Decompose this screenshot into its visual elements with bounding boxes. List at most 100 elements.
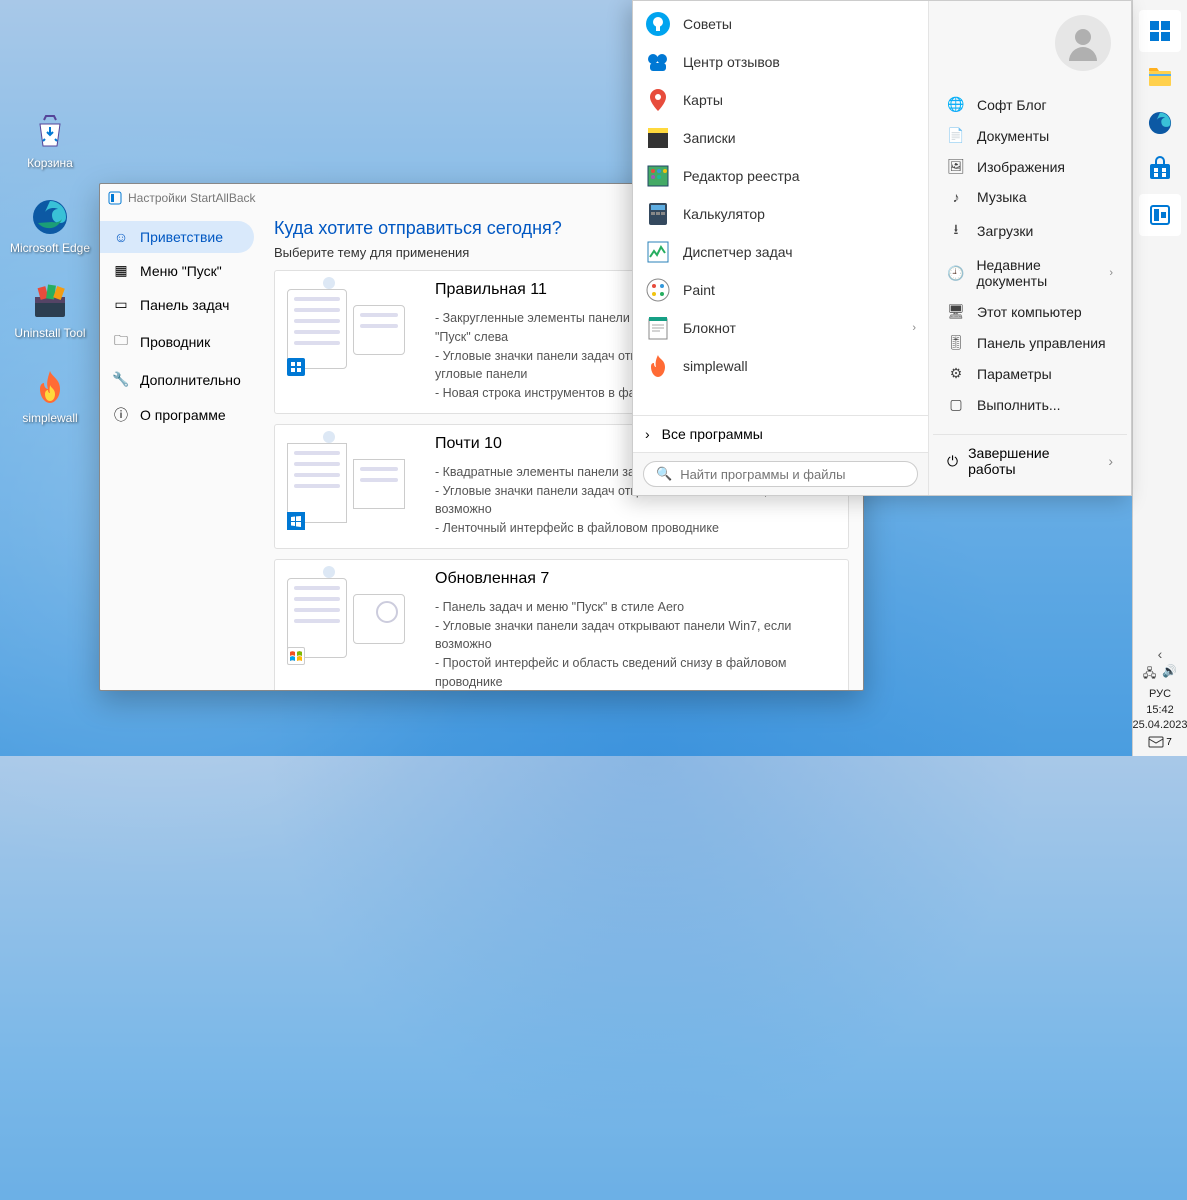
- theme-card-win7[interactable]: Обновленная 7 - Панель задач и меню "Пус…: [274, 559, 849, 690]
- recent-icon: 🕘: [947, 265, 964, 282]
- start-menu: Советы Центр отзывов Карты Записки Редактор …: [632, 0, 1132, 496]
- clock[interactable]: 15:42 25.04.2023: [1132, 703, 1187, 732]
- sidebar-item-label: О программе: [140, 407, 226, 423]
- explorer-icon: 🗀: [112, 330, 130, 354]
- desktop-icon-label: Microsoft Edge: [10, 241, 90, 255]
- start-link-download[interactable]: ⭳Загрузки: [933, 212, 1127, 250]
- link-label: Панель управления: [977, 335, 1106, 351]
- run-icon: ▢: [947, 396, 965, 413]
- app-label: Блокнот: [683, 320, 736, 336]
- search-input[interactable]: [680, 467, 905, 482]
- all-programs-button[interactable]: › Все программы: [633, 415, 928, 452]
- start-app-paint[interactable]: Paint: [633, 271, 928, 309]
- sidebar-item-about[interactable]: ⓘ О программе: [100, 397, 254, 433]
- startallback-taskbar-button[interactable]: [1139, 194, 1181, 236]
- network-icon[interactable]: 🖧: [1143, 664, 1156, 685]
- app-label: Советы: [683, 16, 732, 32]
- volume-icon[interactable]: 🔊: [1162, 664, 1177, 685]
- tray-expand-button[interactable]: ‹: [1158, 646, 1163, 662]
- sticky-icon: [645, 125, 671, 151]
- app-label: Диспетчер задач: [683, 244, 793, 260]
- link-label: Музыка: [977, 189, 1027, 205]
- start-app-fire[interactable]: simplewall: [633, 347, 928, 385]
- sidebar-item-advanced[interactable]: 🔧 Дополнительно: [100, 363, 254, 396]
- gear-icon: ⚙: [947, 365, 965, 382]
- settings-sidebar: ☺ Приветствие ▦ Меню "Пуск" ▭ Панель зад…: [100, 212, 260, 690]
- start-app-regedit[interactable]: Редактор реестра: [633, 157, 928, 195]
- sidebar-item-welcome[interactable]: ☺ Приветствие: [100, 221, 254, 253]
- desktop-icon-edge[interactable]: Microsoft Edge: [0, 195, 100, 255]
- file-explorer-button[interactable]: [1139, 56, 1181, 98]
- uninstall-tool-icon: [28, 280, 72, 324]
- app-label: Калькулятор: [683, 206, 765, 222]
- user-avatar[interactable]: [1055, 15, 1111, 71]
- theme-thumbnail: [287, 435, 417, 530]
- chevron-right-icon: ›: [645, 426, 650, 442]
- edge-taskbar-button[interactable]: [1139, 102, 1181, 144]
- sidebar-item-taskbar[interactable]: ▭ Панель задач: [100, 288, 254, 321]
- edge-icon: [28, 195, 72, 239]
- win11-logo-icon: [287, 358, 305, 376]
- sidebar-item-label: Панель задач: [140, 297, 229, 313]
- link-label: Документы: [977, 128, 1049, 144]
- store-button[interactable]: [1139, 148, 1181, 190]
- desktop-icon-simplewall[interactable]: simplewall: [0, 365, 100, 425]
- desktop-icon-recycle-bin[interactable]: Корзина: [0, 110, 100, 170]
- start-link-web[interactable]: 🌐 Софт Блог: [933, 89, 1127, 120]
- start-link-run[interactable]: ▢ Выполнить...: [933, 389, 1127, 420]
- sidebar-item-explorer[interactable]: 🗀 Проводник: [100, 322, 254, 362]
- start-link-gear[interactable]: ⚙Параметры: [933, 358, 1127, 389]
- sidebar-item-label: Дополнительно: [140, 372, 241, 388]
- start-link-music[interactable]: ♪ Музыка: [933, 182, 1127, 212]
- pin-icon: [645, 87, 671, 113]
- app-label: Редактор реестра: [683, 168, 800, 184]
- sidebar-item-startmenu[interactable]: ▦ Меню "Пуск": [100, 254, 254, 287]
- sidebar-item-label: Проводник: [140, 334, 210, 350]
- search-box[interactable]: 🔍: [643, 461, 918, 487]
- start-link-doc[interactable]: 📄 Документы: [933, 120, 1127, 151]
- link-label: Выполнить...: [977, 397, 1061, 413]
- power-label: Завершение работы: [968, 445, 1098, 477]
- start-app-notepad[interactable]: Блокнот›: [633, 309, 928, 347]
- theme-line: - Ленточный интерфейс в файловом проводн…: [435, 519, 836, 538]
- music-icon: ♪: [947, 189, 965, 205]
- desktop: Корзина Microsoft Edge Uninstall Tool si…: [0, 0, 100, 450]
- start-menu-links-pane: 🌐 Софт Блог 📄 Документы 🖼Изображения ♪ Музыка ⭳…: [929, 1, 1131, 495]
- notifications-button[interactable]: 7: [1148, 734, 1172, 750]
- app-label: Карты: [683, 92, 723, 108]
- wrench-icon: 🔧: [112, 371, 130, 388]
- start-app-pin[interactable]: Карты: [633, 81, 928, 119]
- calc-icon: [645, 201, 671, 227]
- doc-icon: 📄: [947, 127, 965, 144]
- app-label: simplewall: [683, 358, 748, 374]
- start-link-recent[interactable]: 🕘Недавние документы›: [933, 250, 1127, 296]
- taskbar: ‹ 🖧 🔊 РУС 15:42 25.04.2023 7: [1132, 0, 1187, 756]
- all-programs-label: Все программы: [662, 426, 763, 442]
- win10-logo-icon: [287, 512, 305, 530]
- clock-time: 15:42: [1132, 703, 1187, 717]
- window-title: Настройки StartAllBack: [128, 191, 256, 205]
- web-icon: 🌐: [947, 96, 965, 113]
- start-link-image[interactable]: 🖼Изображения: [933, 151, 1127, 182]
- menu-icon: ▦: [112, 262, 130, 279]
- start-app-sticky[interactable]: Записки: [633, 119, 928, 157]
- start-app-feedback[interactable]: Центр отзывов: [633, 43, 928, 81]
- system-tray[interactable]: 🖧 🔊: [1143, 664, 1177, 685]
- power-button[interactable]: ⏻ Завершение работы ›: [933, 434, 1127, 487]
- start-button[interactable]: [1139, 10, 1181, 52]
- smile-icon: ☺: [112, 229, 130, 245]
- sidebar-item-label: Приветствие: [140, 229, 223, 245]
- start-link-control[interactable]: 🎚Панель управления: [933, 327, 1127, 358]
- start-app-calc[interactable]: Калькулятор: [633, 195, 928, 233]
- desktop-icon-label: Uninstall Tool: [14, 326, 85, 340]
- start-link-pc[interactable]: 🖥Этот компьютер: [933, 296, 1127, 327]
- win7-logo-icon: [287, 647, 305, 665]
- paint-icon: [645, 277, 671, 303]
- link-label: Софт Блог: [977, 97, 1047, 113]
- desktop-icon-uninstall-tool[interactable]: Uninstall Tool: [0, 280, 100, 340]
- app-label: Записки: [683, 130, 736, 146]
- start-app-taskmgr[interactable]: Диспетчер задач: [633, 233, 928, 271]
- language-indicator[interactable]: РУС: [1149, 687, 1171, 701]
- start-app-bulb[interactable]: Советы: [633, 5, 928, 43]
- search-icon: 🔍: [656, 466, 672, 482]
